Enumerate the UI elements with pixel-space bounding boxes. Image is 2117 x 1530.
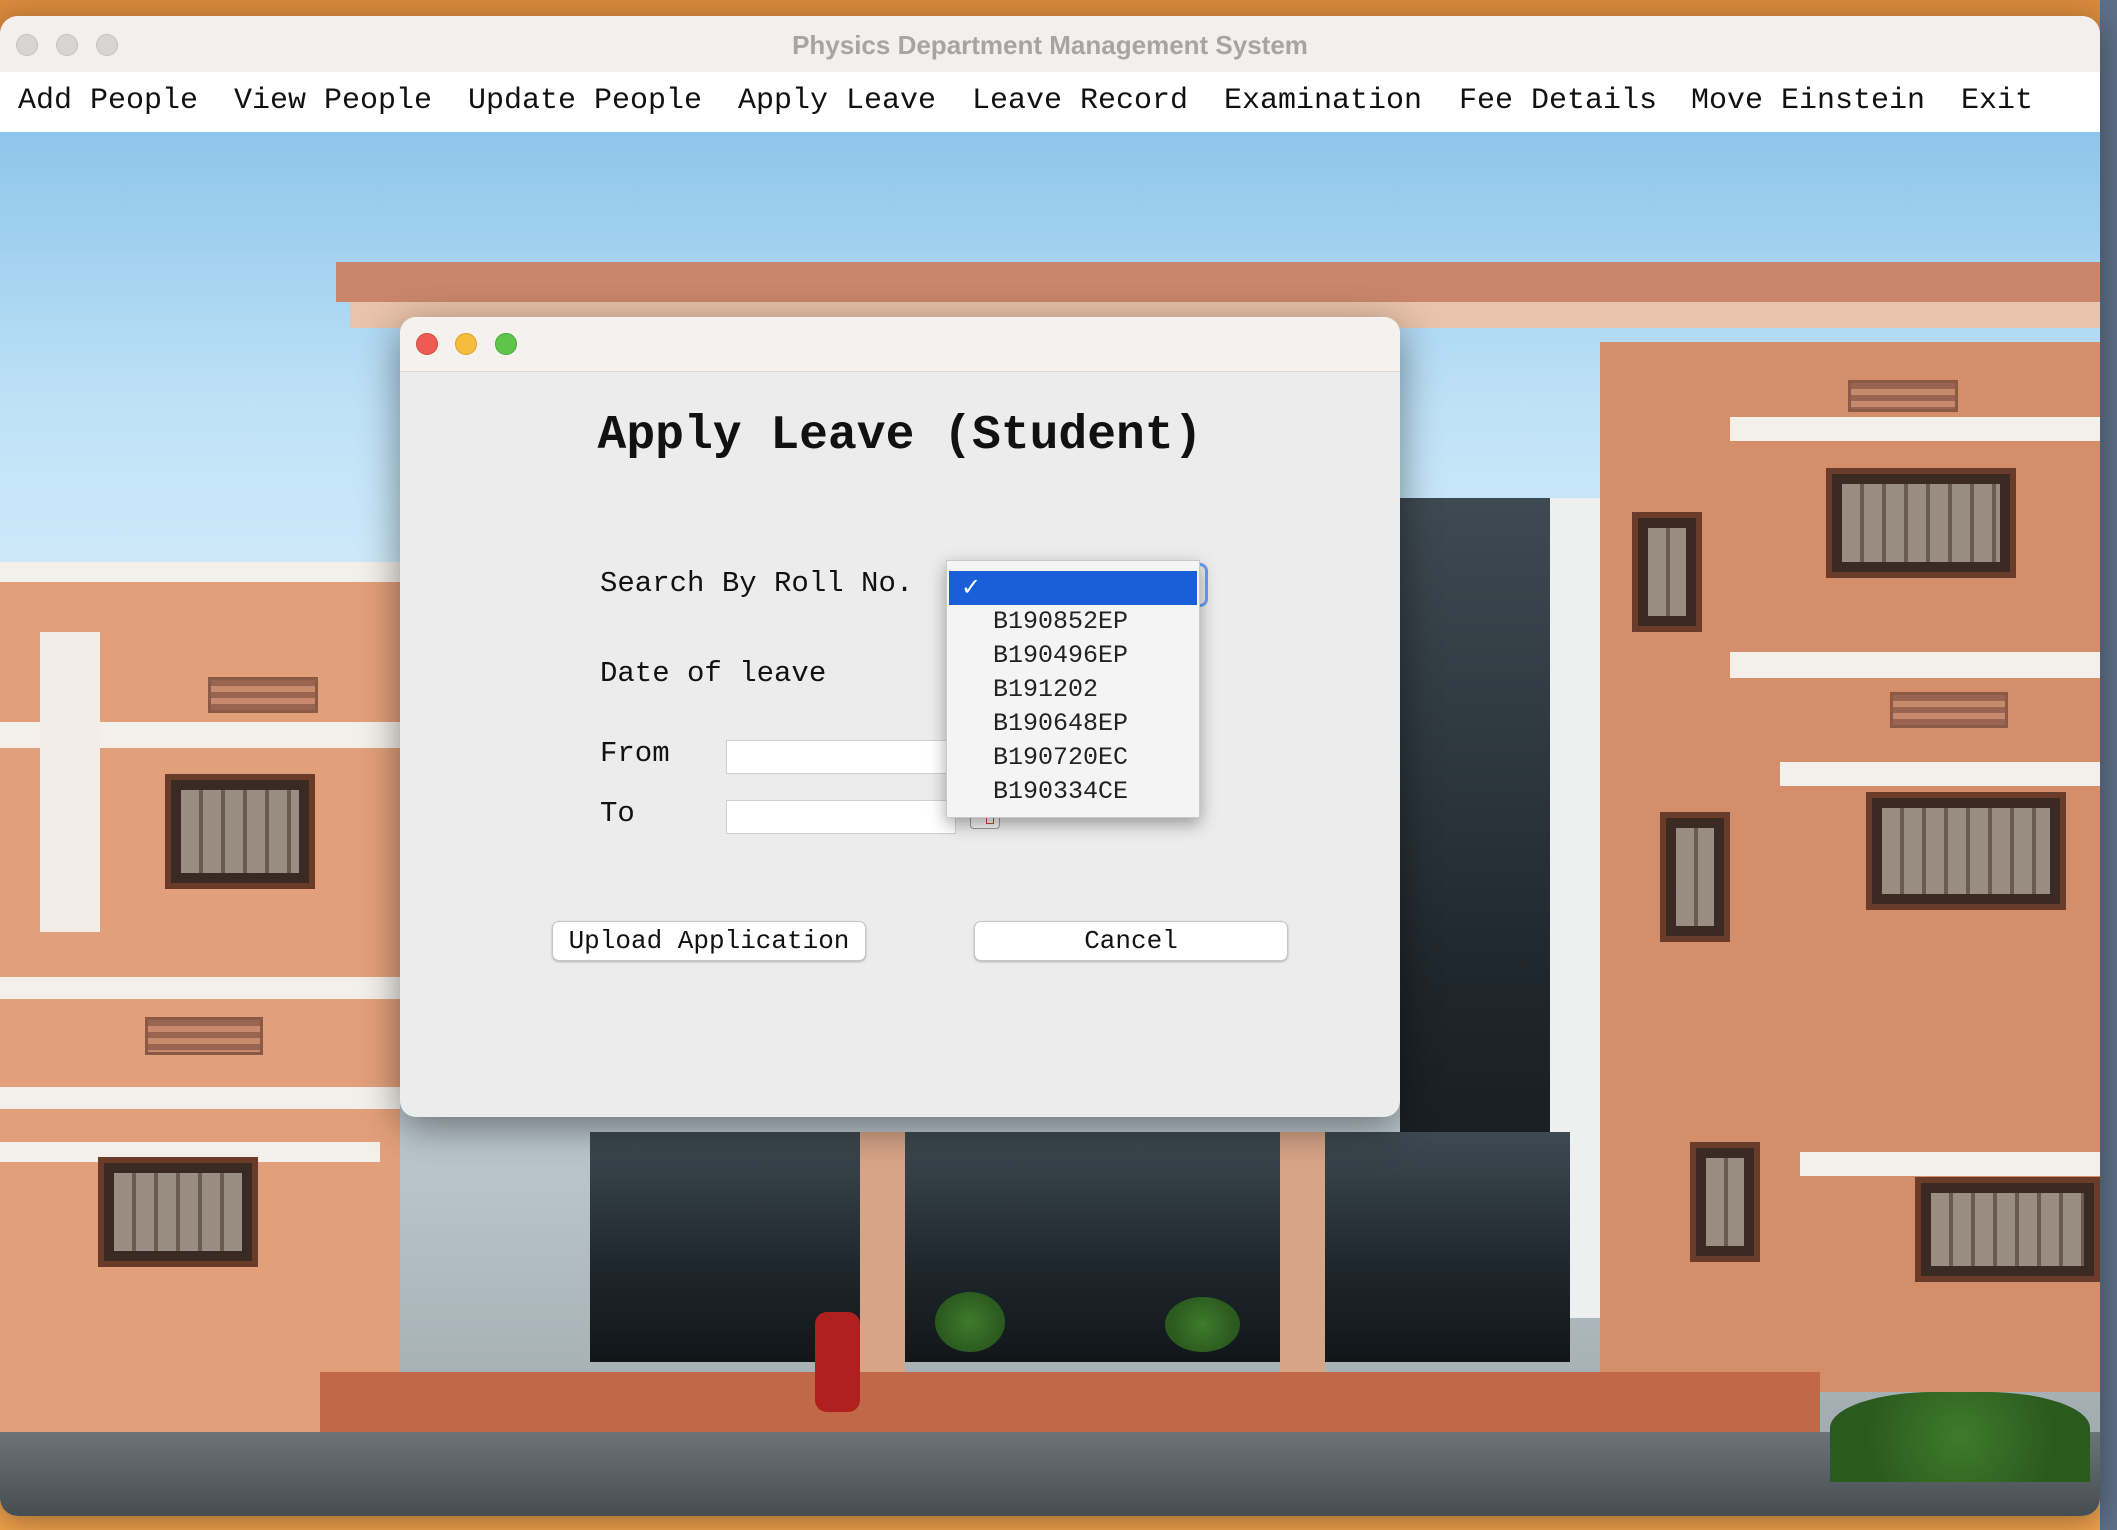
to-date-field[interactable]	[726, 800, 956, 834]
upload-application-button[interactable]: Upload Application	[552, 921, 866, 961]
from-date-field[interactable]	[726, 740, 956, 774]
dropdown-option[interactable]: B191202	[993, 675, 1098, 704]
desktop-side-panel	[2100, 0, 2117, 1530]
menu-move-einstein[interactable]: Move Einstein	[1691, 84, 1925, 118]
dropdown-option[interactable]: B190852EP	[993, 607, 1128, 636]
dialog-zoom-button[interactable]	[495, 333, 517, 355]
menu-leave-record[interactable]: Leave Record	[972, 84, 1188, 118]
menu-add-people[interactable]: Add People	[18, 84, 198, 118]
search-roll-label: Search By Roll No.	[600, 567, 914, 600]
dropdown-selected-item[interactable]: ✓	[949, 571, 1197, 605]
checkmark-icon: ✓	[961, 573, 982, 601]
from-label: From	[600, 737, 670, 770]
dialog-titlebar	[400, 317, 1400, 372]
dropdown-option[interactable]: B190648EP	[993, 709, 1128, 738]
dialog-heading: Apply Leave (Student)	[597, 409, 1203, 463]
dialog-minimize-button[interactable]	[455, 333, 477, 355]
menu-update-people[interactable]: Update People	[468, 84, 702, 118]
menu-fee-details[interactable]: Fee Details	[1459, 84, 1657, 118]
menu-bar: Add People View People Update People App…	[0, 72, 2100, 134]
menu-apply-leave[interactable]: Apply Leave	[738, 84, 936, 118]
window-title: Physics Department Management System	[792, 30, 1308, 60]
to-label: To	[600, 797, 635, 830]
menu-view-people[interactable]: View People	[234, 84, 432, 118]
apply-leave-dialog: Apply Leave (Student) Search By Roll No.…	[400, 317, 1400, 1117]
dropdown-option[interactable]: B190334CE	[993, 777, 1128, 806]
dropdown-option[interactable]: B190496EP	[993, 641, 1128, 670]
menu-examination[interactable]: Examination	[1224, 84, 1422, 118]
dialog-close-button[interactable]	[416, 333, 438, 355]
cancel-button[interactable]: Cancel	[974, 921, 1288, 961]
roll-no-dropdown: ✓ B190852EP B190496EP B191202 B190648EP …	[946, 560, 1200, 818]
menu-exit[interactable]: Exit	[1961, 84, 2033, 118]
main-titlebar: Physics Department Management System	[0, 16, 2100, 73]
date-of-leave-label: Date of leave	[600, 657, 827, 690]
dropdown-option[interactable]: B190720EC	[993, 743, 1128, 772]
